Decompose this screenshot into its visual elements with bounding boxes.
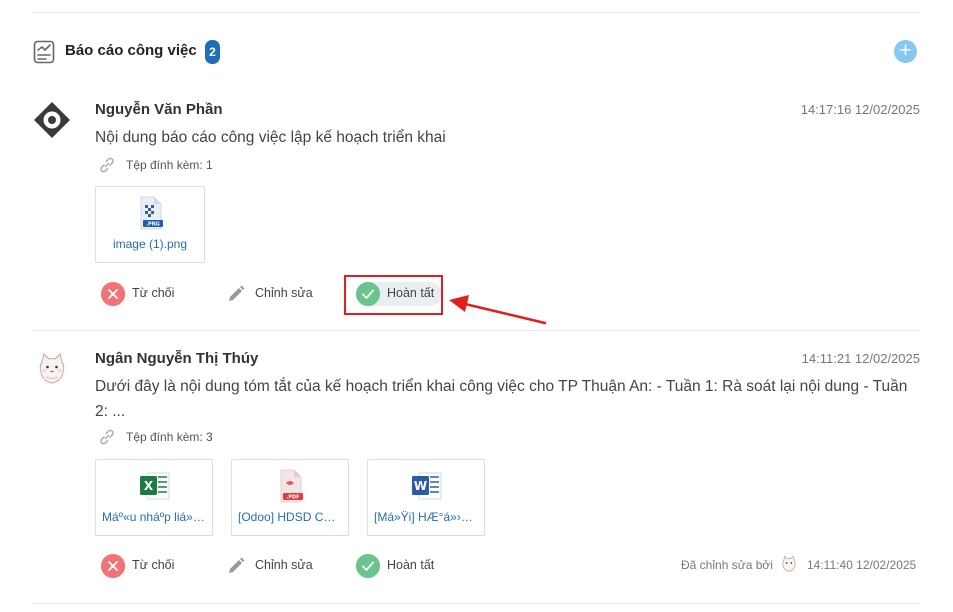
report-author: Nguyễn Văn Phần	[95, 101, 223, 118]
complete-label: Hoàn tất	[387, 558, 435, 572]
add-report-button[interactable]: +	[894, 40, 917, 63]
svg-text:X: X	[144, 479, 154, 493]
pdf-file-icon: .PDF	[280, 469, 303, 503]
edit-label: Chỉnh sửa	[255, 558, 313, 572]
close-circle-icon	[101, 282, 125, 306]
word-file-icon: W	[412, 472, 442, 500]
edit-button[interactable]: Chỉnh sửa	[224, 554, 314, 578]
attachment-card[interactable]: X Máº«u nháº­p liá»‡u	[95, 459, 213, 536]
report-content: Nội dung báo cáo công việc lập kế hoạch …	[95, 129, 446, 146]
count-badge: 2	[205, 40, 220, 64]
section-title: Báo cáo công việc	[65, 42, 197, 59]
excel-file-icon: X	[140, 472, 170, 500]
complete-button[interactable]: Hoàn tất	[356, 554, 442, 578]
attachment-card[interactable]: .PNG image (1).png	[95, 186, 205, 263]
attachments-count-text: Tệp đính kèm: 3	[126, 430, 213, 444]
reject-label: Từ chối	[132, 286, 175, 300]
attachment-name: Máº«u nháº­p liá»‡u	[102, 510, 206, 524]
report-content: Dưới đây là nội dung tóm tắt của kế hoạc…	[95, 378, 908, 420]
report-divider	[33, 330, 920, 331]
check-circle-icon	[356, 554, 380, 578]
link-icon	[100, 157, 114, 173]
reject-button[interactable]: Từ chối	[101, 554, 181, 578]
edited-by-label: Đã chỉnh sửa bởi	[681, 558, 773, 572]
avatar	[34, 102, 70, 138]
reject-button[interactable]: Từ chối	[101, 282, 181, 306]
report-author: Ngân Nguyễn Thị Thúy	[95, 350, 259, 367]
pencil-icon	[229, 285, 245, 301]
attachment-name: [Má»Ÿi] HÆ°á»›ng dẫn	[374, 510, 478, 524]
reject-label: Từ chối	[132, 558, 175, 572]
bottom-divider	[33, 603, 920, 604]
annotation-arrow-icon	[449, 295, 547, 325]
attachment-name: [Odoo] HDSD CHUNG	[238, 510, 342, 524]
report-item: Ngân Nguyễn Thị Thúy 14:11:21 12/02/2025…	[33, 350, 920, 590]
report-actions: Từ chối Chỉnh sửa Hoàn tất Đã chỉnh sửa …	[101, 554, 920, 578]
edit-button[interactable]: Chỉnh sửa	[224, 282, 314, 306]
editor-avatar	[782, 555, 796, 572]
attachment-card[interactable]: .PDF [Odoo] HDSD CHUNG	[231, 459, 349, 536]
link-icon	[100, 429, 114, 445]
report-timestamp: 14:17:16 12/02/2025	[800, 102, 920, 117]
png-file-icon: .PNG	[140, 196, 163, 230]
top-divider	[33, 12, 920, 13]
svg-text:.PDF: .PDF	[286, 495, 299, 501]
edit-label: Chỉnh sửa	[255, 286, 313, 300]
pencil-icon	[229, 557, 245, 573]
edited-by-info: Đã chỉnh sửa bởi 14:11:40 12/02/2025	[681, 555, 920, 578]
attachments-count-text: Tệp đính kèm: 1	[126, 158, 213, 172]
report-chart-icon	[33, 40, 55, 64]
svg-text:W: W	[414, 479, 427, 493]
close-circle-icon	[101, 554, 125, 578]
plus-icon: +	[899, 39, 912, 62]
edited-at: 14:11:40 12/02/2025	[807, 558, 917, 572]
report-timestamp: 14:11:21 12/02/2025	[801, 351, 920, 366]
report-item: Nguyễn Văn Phần 14:17:16 12/02/2025 Nội …	[33, 101, 920, 321]
svg-text:.PNG: .PNG	[146, 222, 160, 228]
section-header: Báo cáo công việc 2 +	[33, 38, 920, 68]
annotation-highlight-box	[344, 275, 443, 315]
attachment-name: image (1).png	[112, 237, 188, 251]
avatar	[34, 351, 70, 387]
attachment-card[interactable]: W [Má»Ÿi] HÆ°á»›ng dẫn	[367, 459, 485, 536]
